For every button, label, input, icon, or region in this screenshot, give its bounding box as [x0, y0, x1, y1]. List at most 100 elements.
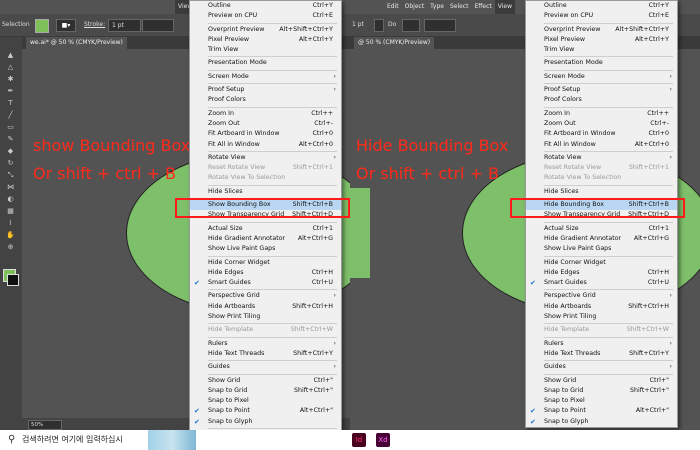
menu-item-screen-mode[interactable]: Screen Mode › — [526, 72, 677, 82]
menu-item-snap-to-pixel[interactable]: Snap to Pixel — [190, 396, 341, 406]
menu-item-perspective-grid[interactable]: Perspective Grid › — [190, 291, 341, 301]
menu-item-rotate-view[interactable]: Rotate View › — [190, 153, 341, 163]
menu-item-show-print-tiling[interactable]: Show Print Tiling — [526, 312, 677, 322]
zoom-tool-icon[interactable]: ⊕ — [6, 244, 15, 251]
menu-item-preview-on-cpu[interactable]: Preview on CPU Ctrl+E — [526, 11, 677, 21]
menu-item-hide-edges[interactable]: Hide Edges Ctrl+H — [526, 268, 677, 278]
menu-item-overprint-preview[interactable]: Overprint Preview Alt+Shift+Ctrl+Y — [190, 25, 341, 35]
menu-item-smart-guides[interactable]: ✔ Smart Guides Ctrl+U — [190, 278, 341, 288]
menu-item-presentation-mode[interactable]: Presentation Mode — [190, 58, 341, 68]
green-rect-shape[interactable] — [350, 188, 370, 278]
fill-swatch[interactable] — [35, 19, 49, 33]
menu-item-rulers[interactable]: Rulers › — [190, 339, 341, 349]
menu-item-hide-slices[interactable]: Hide Slices — [190, 187, 341, 197]
menu-item-zoom-out[interactable]: Zoom Out Ctrl+- — [526, 119, 677, 129]
menu-item-hide-gradient-annotator[interactable]: Hide Gradient Annotator Alt+Ctrl+G — [526, 234, 677, 244]
menu-type[interactable]: Type — [427, 0, 447, 14]
menu-item-outline[interactable]: Outline Ctrl+Y — [526, 1, 677, 11]
menu-item-snap-to-point[interactable]: ✔ Snap to Point Alt+Ctrl+" — [526, 406, 677, 416]
menu-item-fit-all-in-window[interactable]: Fit All in Window Alt+Ctrl+0 — [190, 140, 341, 150]
control-dropdown-2[interactable] — [424, 19, 456, 32]
stroke-swatch[interactable]: ■▾ — [56, 19, 76, 32]
menu-item-snap-to-grid[interactable]: Snap to Grid Shift+Ctrl+" — [190, 386, 341, 396]
menu-item-hide-corner-widget[interactable]: Hide Corner Widget — [526, 258, 677, 268]
menu-item-preview-on-cpu[interactable]: Preview on CPU Ctrl+E — [190, 11, 341, 21]
menu-item-outline[interactable]: Outline Ctrl+Y — [190, 1, 341, 11]
document-tab[interactable]: @ 50 % (CMYK/Preview) — [354, 37, 435, 49]
xd-app-icon[interactable]: Xd — [376, 433, 390, 447]
taskbar-search[interactable]: ⚲ 검색하려면 여기에 입력하십시 — [0, 430, 146, 450]
menu-item-overprint-preview[interactable]: Overprint Preview Alt+Shift+Ctrl+Y — [526, 25, 677, 35]
variable-width-dropdown[interactable] — [142, 19, 174, 32]
magic-wand-icon[interactable]: ✱ — [6, 76, 15, 83]
zoom-level-field[interactable]: 50% — [28, 420, 62, 430]
menu-item-trim-view[interactable]: Trim View — [526, 45, 677, 55]
menu-item-show-live-paint-gaps[interactable]: Show Live Paint Gaps — [526, 244, 677, 254]
menu-item-hide-corner-widget[interactable]: Hide Corner Widget — [190, 258, 341, 268]
menu-item-proof-setup[interactable]: Proof Setup › — [190, 85, 341, 95]
menu-item-snap-to-pixel[interactable]: Snap to Pixel — [526, 396, 677, 406]
menu-item-snap-to-grid[interactable]: Snap to Grid Shift+Ctrl+" — [526, 386, 677, 396]
document-tab[interactable]: we.ai* @ 50 % (CMYK/Preview) — [26, 37, 127, 49]
menu-item-proof-colors[interactable]: Proof Colors — [526, 95, 677, 105]
hand-tool-icon[interactable]: ✋ — [6, 232, 15, 239]
selection-tool-icon[interactable]: ▲ — [6, 52, 15, 59]
menu-item-show-grid[interactable]: Show Grid Ctrl+" — [526, 376, 677, 386]
menu-item-fit-artboard-in-window[interactable]: Fit Artboard in Window Ctrl+0 — [190, 129, 341, 139]
menu-view[interactable]: View — [494, 0, 515, 14]
menu-item-proof-colors[interactable]: Proof Colors — [190, 95, 341, 105]
indesign-app-icon[interactable]: Id — [352, 433, 366, 447]
stroke-weight-field[interactable]: 1 pt — [108, 19, 141, 32]
menu-item-rotate-view[interactable]: Rotate View › — [526, 153, 677, 163]
eyedropper-icon[interactable]: ⌇ — [6, 220, 15, 227]
scale-tool-icon[interactable]: ⤡ — [6, 172, 15, 179]
menu-item-show-print-tiling[interactable]: Show Print Tiling — [190, 312, 341, 322]
taskbar-news-widget-icon[interactable] — [148, 430, 196, 450]
menu-item-zoom-in[interactable]: Zoom In Ctrl++ — [526, 109, 677, 119]
stroke-weight-dropdown[interactable] — [374, 19, 384, 32]
menu-effect[interactable]: Effect — [471, 0, 494, 14]
menu-item-smart-guides[interactable]: ✔ Smart Guides Ctrl+U — [526, 278, 677, 288]
menu-object[interactable]: Object — [402, 0, 428, 14]
menu-item-rulers[interactable]: Rulers › — [526, 339, 677, 349]
width-tool-icon[interactable]: ⋈ — [6, 184, 15, 191]
rotate-tool-icon[interactable]: ↻ — [6, 160, 15, 167]
menu-item-hide-artboards[interactable]: Hide Artboards Shift+Ctrl+H — [190, 302, 341, 312]
menu-item-hide-text-threads[interactable]: Hide Text Threads Shift+Ctrl+Y — [526, 349, 677, 359]
control-dropdown[interactable] — [402, 19, 420, 32]
menu-item-presentation-mode[interactable]: Presentation Mode — [526, 58, 677, 68]
menu-item-show-grid[interactable]: Show Grid Ctrl+" — [190, 376, 341, 386]
menu-edit[interactable]: Edit — [384, 0, 402, 14]
menu-item-perspective-grid[interactable]: Perspective Grid › — [526, 291, 677, 301]
menu-item-hide-text-threads[interactable]: Hide Text Threads Shift+Ctrl+Y — [190, 349, 341, 359]
paintbrush-icon[interactable]: ✎ — [6, 136, 15, 143]
menu-item-snap-to-glyph[interactable]: ✔ Snap to Glyph — [190, 417, 341, 427]
menu-select[interactable]: Select — [447, 0, 472, 14]
menu-item-pixel-preview[interactable]: Pixel Preview Alt+Ctrl+Y — [190, 35, 341, 45]
menu-item-zoom-out[interactable]: Zoom Out Ctrl+- — [190, 119, 341, 129]
menu-item-actual-size[interactable]: Actual Size Ctrl+1 — [190, 224, 341, 234]
menu-item-snap-to-glyph[interactable]: ✔ Snap to Glyph — [526, 417, 677, 427]
stroke-color-icon[interactable] — [7, 274, 19, 286]
type-tool-icon[interactable]: T — [6, 100, 15, 107]
menu-item-show-live-paint-gaps[interactable]: Show Live Paint Gaps — [190, 244, 341, 254]
rectangle-tool-icon[interactable]: ▭ — [6, 124, 15, 131]
menu-item-hide-slices[interactable]: Hide Slices — [526, 187, 677, 197]
menu-item-actual-size[interactable]: Actual Size Ctrl+1 — [526, 224, 677, 234]
direct-selection-tool-icon[interactable]: △ — [6, 64, 15, 71]
menu-item-fit-artboard-in-window[interactable]: Fit Artboard in Window Ctrl+0 — [526, 129, 677, 139]
menu-item-zoom-in[interactable]: Zoom In Ctrl++ — [190, 109, 341, 119]
line-tool-icon[interactable]: ╱ — [6, 112, 15, 119]
menu-item-pixel-preview[interactable]: Pixel Preview Alt+Ctrl+Y — [526, 35, 677, 45]
menu-item-proof-setup[interactable]: Proof Setup › — [526, 85, 677, 95]
menu-item-trim-view[interactable]: Trim View — [190, 45, 341, 55]
shape-builder-icon[interactable]: ◐ — [6, 196, 15, 203]
gradient-tool-icon[interactable]: ▦ — [6, 208, 15, 215]
menu-item-snap-to-point[interactable]: ✔ Snap to Point Alt+Ctrl+" — [190, 406, 341, 416]
search-placeholder[interactable]: 검색하려면 여기에 입력하십시 — [22, 430, 123, 450]
eraser-icon[interactable]: ◆ — [6, 148, 15, 155]
menu-item-hide-artboards[interactable]: Hide Artboards Shift+Ctrl+H — [526, 302, 677, 312]
menu-item-hide-edges[interactable]: Hide Edges Ctrl+H — [190, 268, 341, 278]
menu-item-screen-mode[interactable]: Screen Mode › — [190, 72, 341, 82]
menu-item-fit-all-in-window[interactable]: Fit All in Window Alt+Ctrl+0 — [526, 140, 677, 150]
